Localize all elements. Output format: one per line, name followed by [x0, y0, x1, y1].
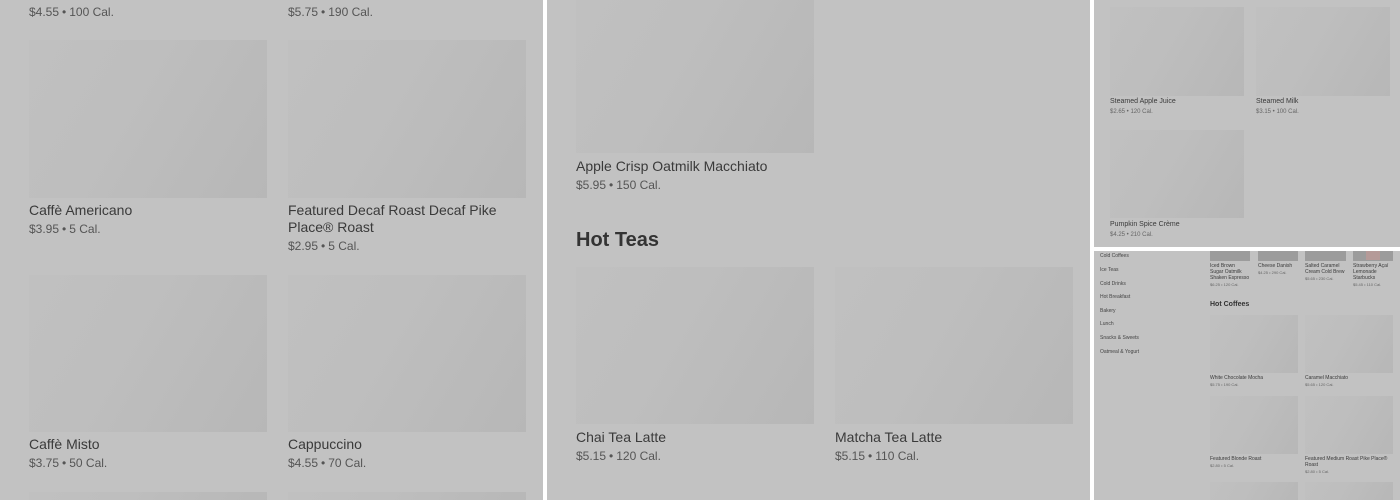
- section-title: Hot Coffees: [1210, 301, 1250, 308]
- sidebar-item-hot-breakfast[interactable]: Hot Breakfast: [1100, 294, 1130, 300]
- item-image-accent: [1366, 251, 1380, 260]
- item-name[interactable]: Caramel Macchiato: [1305, 375, 1348, 381]
- item-name[interactable]: Apple Crisp Oatmilk Macchiato: [576, 158, 767, 174]
- item-image[interactable]: [835, 267, 1073, 424]
- item-meta: $2.65 • 120 Cal.: [1110, 109, 1153, 115]
- item-image[interactable]: [1210, 315, 1298, 373]
- item-image[interactable]: [1210, 482, 1298, 500]
- item-image[interactable]: [1305, 482, 1393, 500]
- item-image[interactable]: [1258, 251, 1298, 261]
- item-meta: $4.25 • 210 Cal.: [1110, 232, 1153, 238]
- item-image[interactable]: [1210, 251, 1250, 261]
- item-meta: $5.15 • 110 Cal.: [835, 449, 920, 463]
- item-name[interactable]: Steamed Apple Juice: [1110, 98, 1176, 105]
- item-name[interactable]: Featured Medium Roast Pike Place® Roast: [1305, 456, 1387, 468]
- item-name[interactable]: Iced Brown Sugar Oatmilk Shaken Espresso: [1210, 263, 1249, 281]
- item-name[interactable]: Featured Blonde Roast: [1210, 456, 1261, 462]
- sidebar-item-cold-coffees[interactable]: Cold Coffees: [1100, 253, 1129, 259]
- item-meta: $4.25 • 290 Cal.: [1258, 270, 1287, 275]
- menu-panel-2: Apple Crisp Oatmilk Macchiato $5.95 • 150 …: [547, 0, 1090, 500]
- item-name[interactable]: Featured Decaf Roast Decaf Pike: [288, 202, 497, 218]
- item-image[interactable]: [1110, 130, 1244, 218]
- sidebar-item-ice-teas[interactable]: Ice Teas: [1100, 267, 1119, 273]
- item-name[interactable]: Caffè Americano: [29, 202, 132, 218]
- item-name[interactable]: Strawberry Açaí Lemonade Starbucks: [1353, 263, 1388, 281]
- item-image[interactable]: [576, 0, 814, 153]
- item-meta: $5.75 • 190 Cal.: [1210, 382, 1239, 387]
- item-meta: $3.75 • 50 Cal.: [29, 456, 108, 470]
- item-meta: $6.25 • 120 Cal.: [1210, 282, 1239, 287]
- item-image[interactable]: [29, 492, 267, 500]
- menu-panel-3: Steamed Apple Juice $2.65 • 120 Cal. Ste…: [1094, 0, 1400, 247]
- item-meta: $3.95 • 5 Cal.: [29, 222, 101, 236]
- item-meta: $5.15 • 120 Cal.: [576, 449, 661, 463]
- item-meta: $2.95 • 5 Cal.: [288, 239, 360, 253]
- item-image[interactable]: [288, 492, 526, 500]
- item-name[interactable]: White Chocolate Mocha: [1210, 375, 1263, 381]
- menu-panel-1: $4.55 • 100 Cal. $5.75 • 190 Cal. Caffè Amer…: [0, 0, 543, 500]
- item-image[interactable]: [288, 275, 526, 432]
- sidebar-item-snacks-sweets[interactable]: Snacks & Sweets: [1100, 335, 1139, 341]
- item-meta: $2.80 • 5 Cal.: [1305, 469, 1330, 474]
- item-image[interactable]: [1110, 7, 1244, 96]
- item-meta: $4.55 • 70 Cal.: [288, 456, 367, 470]
- item-image[interactable]: [288, 40, 526, 198]
- item-name[interactable]: Salted Caramel Cream Cold Brew: [1305, 263, 1344, 275]
- item-image[interactable]: [1210, 396, 1298, 454]
- sidebar-item-lunch[interactable]: Lunch: [1100, 321, 1114, 327]
- item-image[interactable]: [29, 40, 267, 198]
- menu-panel-4: Cold Coffees Ice Teas Cold Drinks Hot Br…: [1094, 251, 1400, 500]
- section-title: Hot Teas: [576, 229, 659, 251]
- item-image[interactable]: [1305, 251, 1346, 261]
- item-name[interactable]: Cappuccino: [288, 436, 362, 452]
- item-meta: $5.65 • 120 Cal.: [1305, 382, 1334, 387]
- item-image[interactable]: [576, 267, 814, 424]
- item-image[interactable]: [1305, 315, 1393, 373]
- item-name[interactable]: Pumpkin Spice Crème: [1110, 221, 1180, 228]
- item-image[interactable]: [1256, 7, 1390, 96]
- sidebar-item-oatmeal-yogurt[interactable]: Oatmeal & Yogurt: [1100, 349, 1139, 355]
- item-meta: $5.45 • 110 Cal.: [1353, 282, 1382, 287]
- item-name-line2[interactable]: Place® Roast: [288, 219, 374, 235]
- item-meta: $5.75 • 190 Cal.: [288, 5, 373, 19]
- sidebar-item-bakery[interactable]: Bakery: [1100, 308, 1116, 314]
- item-meta: $3.15 • 100 Cal.: [1256, 109, 1299, 115]
- item-name[interactable]: Matcha Tea Latte: [835, 429, 942, 445]
- item-name[interactable]: Steamed Milk: [1256, 98, 1298, 105]
- item-image[interactable]: [29, 275, 267, 432]
- item-name[interactable]: Caffè Misto: [29, 436, 100, 452]
- item-meta: $4.55 • 100 Cal.: [29, 5, 114, 19]
- item-name[interactable]: Cheese Danish: [1258, 263, 1292, 269]
- item-meta: $2.80 • 5 Cal.: [1210, 463, 1235, 468]
- item-image[interactable]: [1305, 396, 1393, 454]
- item-name[interactable]: Chai Tea Latte: [576, 429, 666, 445]
- item-meta: $5.95 • 150 Cal.: [576, 178, 661, 192]
- sidebar-item-cold-drinks[interactable]: Cold Drinks: [1100, 281, 1126, 287]
- item-meta: $5.65 • 230 Cal.: [1305, 276, 1334, 281]
